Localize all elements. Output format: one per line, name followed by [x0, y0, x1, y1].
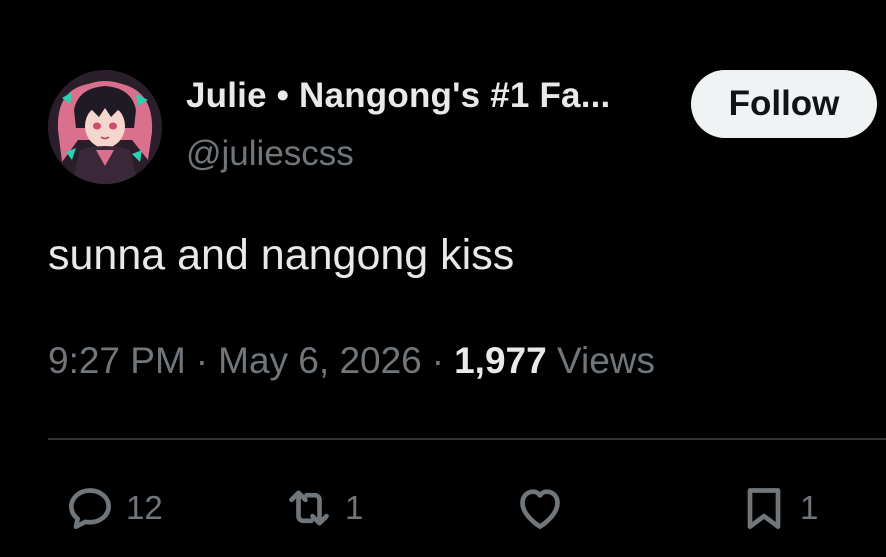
repost-count: 1	[345, 489, 364, 526]
reply-icon	[69, 488, 111, 529]
repost-button[interactable]: 1	[281, 480, 363, 536]
tweet-time[interactable]: 9:27 PM	[48, 340, 186, 381]
views-label: Views	[556, 340, 655, 381]
divider	[48, 438, 886, 440]
reply-button[interactable]: 12	[62, 480, 163, 536]
avatar[interactable]	[48, 70, 162, 184]
like-button[interactable]	[512, 480, 576, 536]
tweet-metadata: 9:27 PM · May 6, 2026 · 1,977 Views	[48, 340, 655, 382]
bookmark-button[interactable]: 1	[736, 480, 818, 536]
follow-button[interactable]: Follow	[691, 70, 877, 138]
heart-icon	[520, 489, 560, 529]
tweet-text: sunna and nangong kiss	[48, 231, 515, 279]
bookmark-count: 1	[800, 489, 819, 526]
display-name[interactable]: Julie • Nangong's #1 Fa...	[186, 76, 610, 116]
tweet-date[interactable]: May 6, 2026	[218, 340, 422, 381]
repost-icon	[289, 490, 329, 526]
meta-separator: ·	[195, 340, 209, 381]
user-handle[interactable]: @juliescss	[186, 134, 354, 174]
views-count: 1,977	[454, 340, 547, 381]
bookmark-icon	[747, 488, 781, 529]
reply-count: 12	[126, 489, 163, 526]
avatar-image	[48, 70, 162, 184]
meta-separator: ·	[431, 340, 445, 381]
